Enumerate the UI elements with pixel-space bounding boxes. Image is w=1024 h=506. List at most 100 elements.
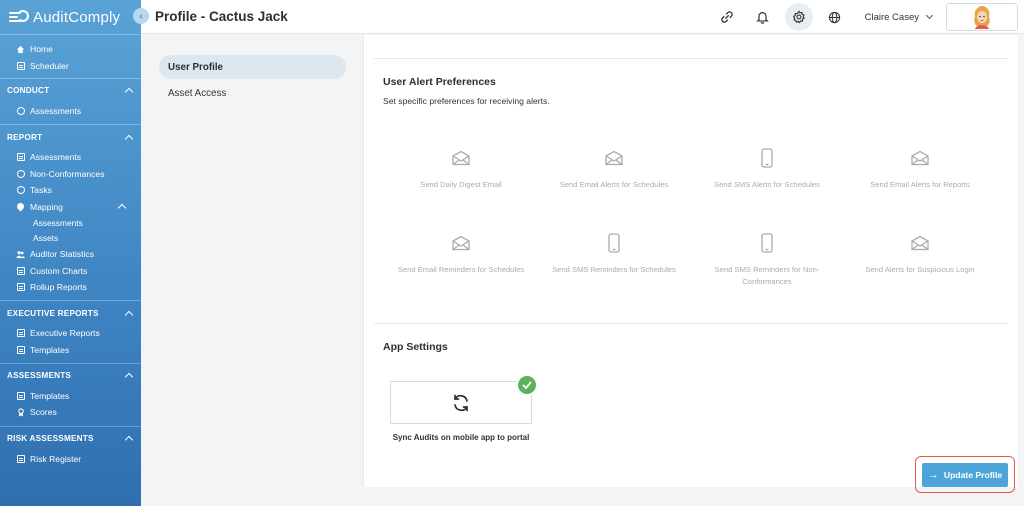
phone-icon — [692, 232, 842, 254]
sync-audits-label: Sync Audits on mobile app to portal — [392, 433, 530, 442]
brand-logo[interactable]: AuditComply — [0, 0, 141, 34]
alert-preferences-subtitle: Set specific preferences for receiving a… — [383, 96, 550, 106]
pref-email-alerts-schedules[interactable]: Send Email Alerts for Schedules — [539, 147, 689, 191]
app-settings-title: App Settings — [383, 341, 448, 353]
avatar[interactable] — [946, 3, 1018, 31]
edit-icon — [16, 345, 25, 354]
edit-icon — [16, 392, 25, 401]
pref-sms-reminders-schedules[interactable]: Send SMS Reminders for Schedules — [539, 232, 689, 276]
sidebar-item-label: Risk Register — [30, 453, 82, 464]
sidebar-item-label: Home — [30, 44, 53, 55]
section-title: ASSESSMENTS — [7, 371, 72, 381]
sidebar-subitem-mapping-assessments[interactable]: Assessments — [0, 215, 141, 231]
link-button[interactable] — [713, 3, 741, 31]
sidebar-item-rollup-reports[interactable]: Rollup Reports — [0, 279, 141, 295]
section-header-risk-assessments[interactable]: RISK ASSESSMENTS — [0, 427, 141, 451]
sidebar: AuditComply Home Scheduler CONDUCT Asses… — [0, 0, 141, 506]
pref-label: Send Email Alerts for Schedules — [559, 180, 669, 189]
sync-enabled-check-badge — [516, 374, 538, 396]
settings-button[interactable] — [784, 3, 813, 31]
section-header-report[interactable]: REPORT — [0, 125, 141, 149]
list-icon — [16, 153, 25, 162]
sidebar-top-group: Home Scheduler — [0, 34, 141, 78]
envelope-icon — [845, 232, 995, 254]
update-profile-button[interactable]: → Update Profile — [922, 462, 1008, 487]
sidebar-item-risk-register[interactable]: Risk Register — [0, 451, 141, 467]
update-profile-label: Update Profile — [943, 469, 1003, 480]
sidebar-item-label: Assessments — [30, 105, 82, 116]
users-icon — [16, 250, 25, 259]
pref-suspicious-login-alerts[interactable]: Send Alerts for Suspicious Login — [845, 232, 995, 276]
sidebar-item-report-assessments[interactable]: Assessments — [0, 149, 141, 165]
sidebar-item-label: Auditor Statistics — [30, 249, 94, 260]
pref-sms-reminders-non-conformances[interactable]: Send SMS Reminders for Non-Conformances — [692, 232, 842, 287]
section-title: EXECUTIVE REPORTS — [7, 308, 99, 318]
sidebar-item-label: Scores — [30, 407, 57, 418]
envelope-icon — [386, 147, 536, 169]
page-title: Profile - Cactus Jack — [155, 9, 288, 24]
language-button[interactable] — [821, 3, 849, 31]
pref-email-reminders-schedules[interactable]: Send Email Reminders for Schedules — [386, 232, 536, 276]
subnav-item-label: User Profile — [168, 61, 223, 73]
envelope-icon — [845, 147, 995, 169]
sidebar-item-scheduler[interactable]: Scheduler — [0, 57, 141, 73]
pref-label: Send Email Reminders for Schedules — [397, 265, 525, 274]
section-title: RISK ASSESSMENTS — [7, 434, 94, 444]
mapping-label-group: Mapping — [15, 201, 63, 212]
envelope-icon — [539, 147, 689, 169]
chevron-down-icon[interactable] — [925, 11, 934, 20]
chevron-up-icon — [124, 310, 134, 319]
sidebar-item-home[interactable]: Home — [0, 41, 141, 57]
section-header-conduct[interactable]: CONDUCT — [0, 79, 141, 103]
sidebar-item-non-conformances[interactable]: Non-Conformances — [0, 166, 141, 182]
top-actions: Claire Casey — [711, 0, 1024, 34]
pref-daily-digest-email[interactable]: Send Daily Digest Email — [386, 147, 536, 191]
sidebar-subitem-mapping-assets[interactable]: Assets — [0, 230, 141, 246]
pref-label: Send SMS Reminders for Non-Conformances — [714, 265, 820, 286]
pref-label: Send SMS Reminders for Schedules — [552, 265, 676, 274]
sidebar-item-label: Templates — [30, 391, 70, 402]
user-menu-name[interactable]: Claire Casey — [865, 12, 919, 23]
sidebar-item-label: Assessments — [33, 217, 83, 228]
section-header-assessments[interactable]: ASSESSMENTS — [0, 364, 141, 388]
sidebar-item-scores[interactable]: Scores — [0, 404, 141, 420]
pref-email-alerts-reports[interactable]: Send Email Alerts for Reports — [845, 147, 995, 191]
chart-icon — [16, 266, 25, 275]
sidebar-item-auditor-statistics[interactable]: Auditor Statistics — [0, 246, 141, 262]
arrow-right-icon: → — [927, 468, 939, 481]
search-icon — [16, 169, 25, 178]
sidebar-item-custom-charts[interactable]: Custom Charts — [0, 262, 141, 278]
sidebar-item-label: Scheduler — [30, 60, 69, 71]
phone-icon — [539, 232, 689, 254]
chevron-up-icon — [124, 373, 134, 382]
section-header-executive-reports[interactable]: EXECUTIVE REPORTS — [0, 301, 141, 325]
globe-icon — [828, 11, 841, 23]
pref-label: Send Daily Digest Email — [420, 180, 502, 189]
sync-audits-toggle-card[interactable] — [390, 381, 532, 424]
sidebar-item-tasks[interactable]: Tasks — [0, 182, 141, 198]
subnav-item-asset-access[interactable]: Asset Access — [159, 81, 346, 105]
sidebar-item-exec-templates[interactable]: Templates — [0, 341, 141, 357]
chevron-up-icon — [117, 203, 127, 213]
avatar-cartoon-icon — [974, 6, 990, 29]
pref-sms-alerts-schedules[interactable]: Send SMS Alerts for Schedules — [692, 147, 842, 191]
sidebar-item-assess-templates[interactable]: Templates — [0, 388, 141, 404]
sidebar-item-label: Assessments — [30, 152, 82, 163]
sidebar-item-label: Mapping — [30, 201, 63, 212]
subnav-item-user-profile[interactable]: User Profile — [159, 55, 346, 79]
notifications-button[interactable] — [749, 3, 777, 31]
link-icon — [720, 11, 733, 23]
sidebar-section-assessments: ASSESSMENTS Templates Scores — [0, 362, 141, 421]
sidebar-item-conduct-assessments[interactable]: Assessments — [0, 103, 141, 119]
sidebar-item-mapping[interactable]: Mapping — [0, 198, 141, 214]
top-divider — [374, 58, 1008, 59]
map-pin-icon — [15, 201, 26, 212]
sidebar-item-label: Rollup Reports — [30, 281, 87, 292]
envelope-icon — [386, 232, 536, 254]
sidebar-collapse-button[interactable]: ‹ — [133, 8, 149, 24]
chart-icon — [16, 282, 25, 291]
home-icon — [16, 45, 25, 54]
sidebar-section-conduct: CONDUCT Assessments — [0, 77, 141, 119]
chevron-up-icon — [124, 435, 134, 445]
sidebar-item-executive-reports[interactable]: Executive Reports — [0, 325, 141, 341]
